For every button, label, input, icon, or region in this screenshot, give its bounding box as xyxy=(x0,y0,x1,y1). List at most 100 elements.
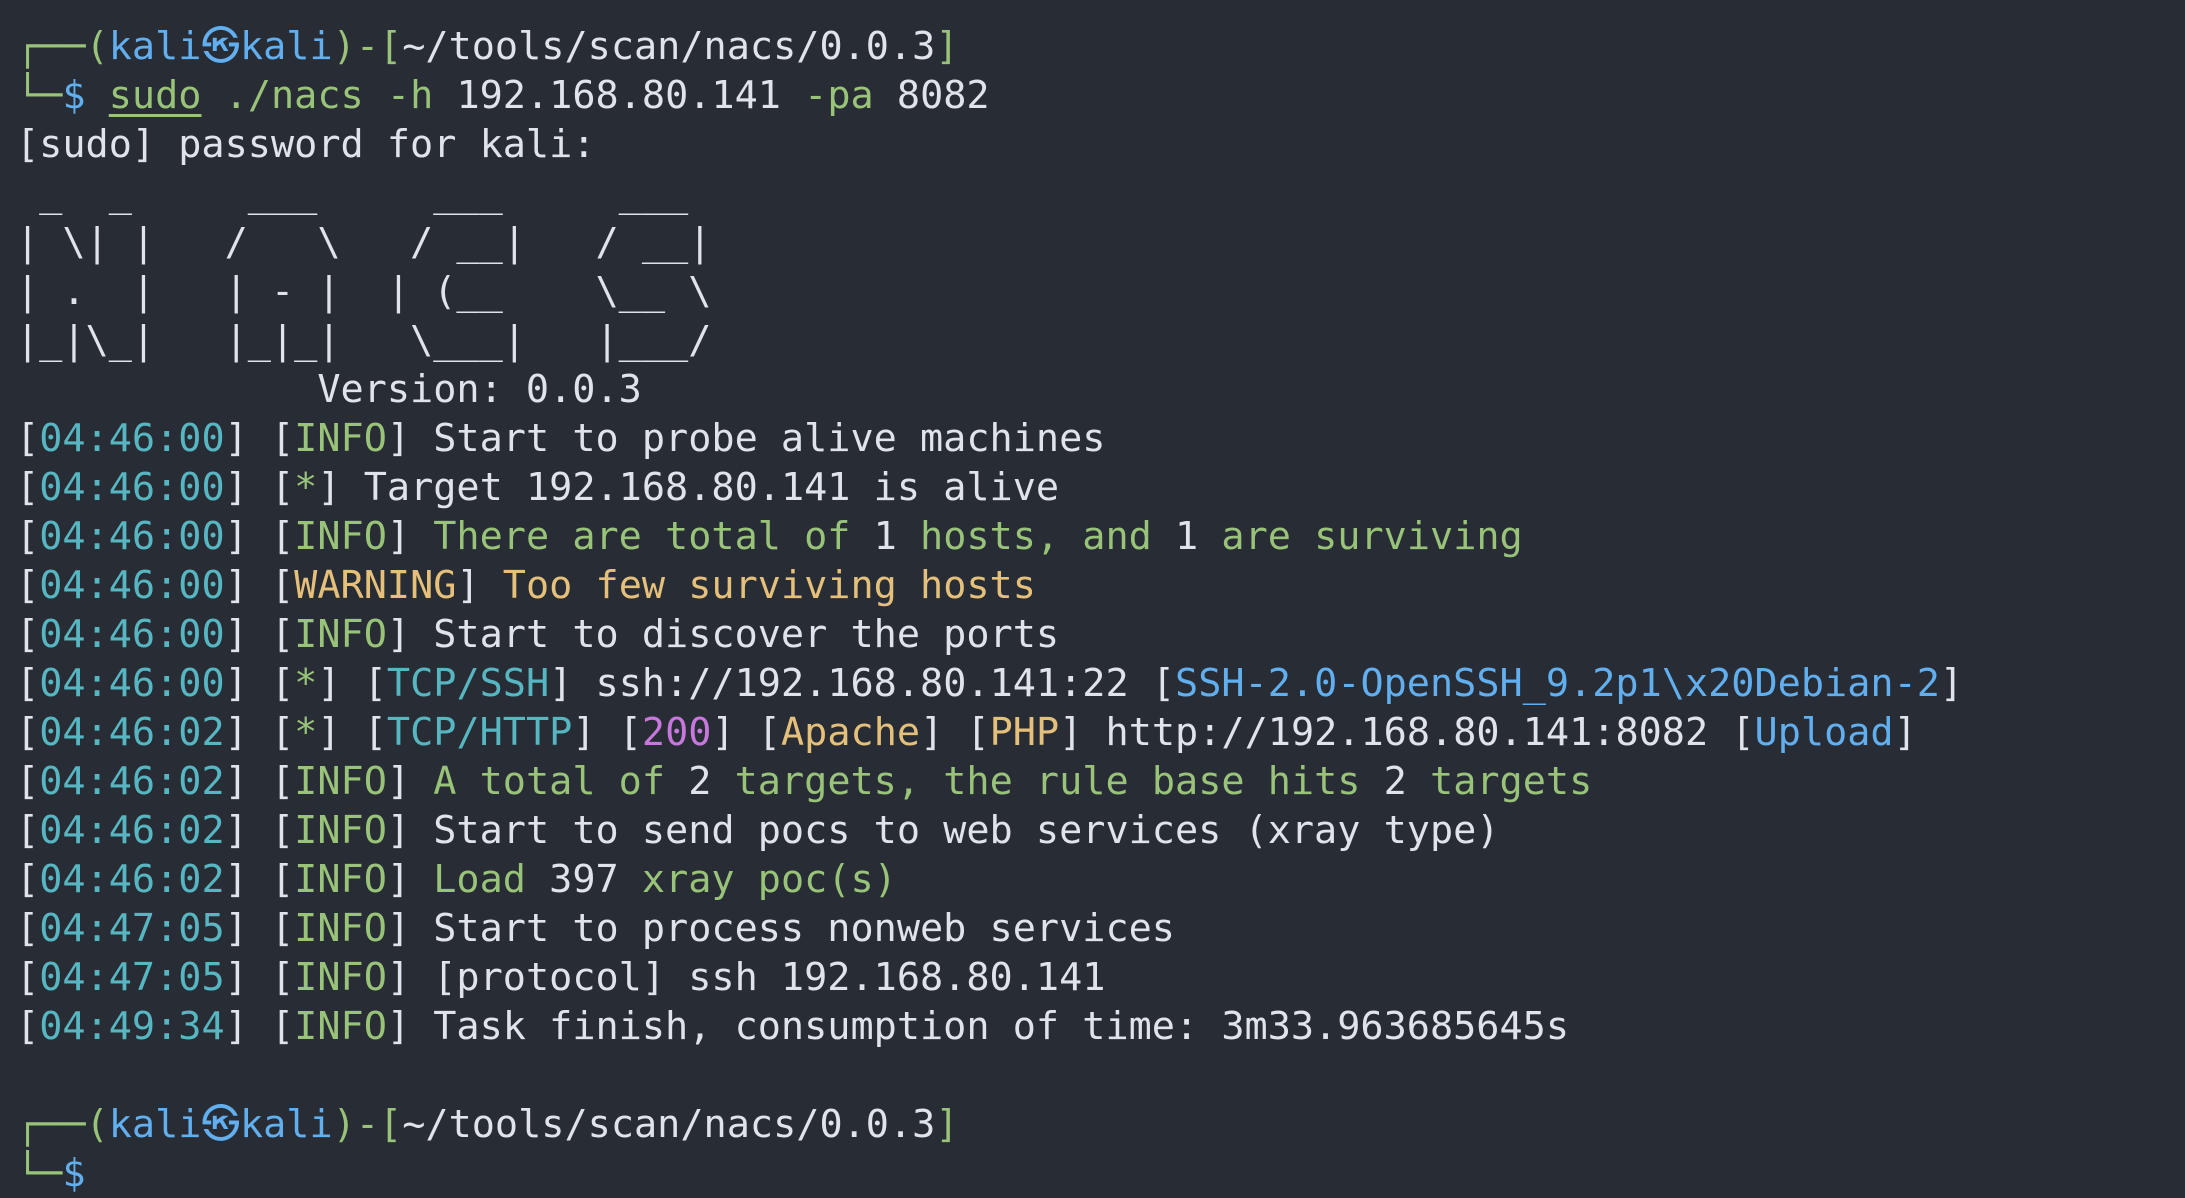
log-message-part: There are total of xyxy=(433,514,851,559)
command-arg-host: 192.168.80.141 xyxy=(456,73,781,118)
log-time: 04:46:02 xyxy=(39,857,225,902)
log-message-part: A total of xyxy=(433,759,666,804)
log-time: 04:46:00 xyxy=(39,465,225,510)
prompt-host: kali xyxy=(239,1102,333,1147)
command-sudo: sudo xyxy=(108,73,202,118)
banner-line: |_|\_| |_|_| \___| |___/ xyxy=(16,318,712,363)
log-line-port: [04:46:02] [*] [TCP/HTTP] [200] [Apache]… xyxy=(16,710,1917,755)
command-flag-pa: -pa xyxy=(804,73,874,118)
prompt-corner-bottom: └─ xyxy=(16,1151,63,1196)
log-number: 2 xyxy=(1383,759,1407,804)
prompt-dollar: $ xyxy=(62,1151,86,1196)
log-line: [04:46:02] [INFO] Start to send pocs to … xyxy=(16,808,1500,853)
log-line: [04:49:34] [INFO] Task finish, consumpti… xyxy=(16,1004,1570,1049)
prompt-corner-bottom: └─ xyxy=(16,73,63,118)
log-tag-star: * xyxy=(294,661,318,706)
log-tag-info: INFO xyxy=(294,857,387,902)
log-message-part: xray poc(s) xyxy=(641,857,897,902)
prompt-path: ~/tools/scan/nacs/0.0.3 xyxy=(402,1102,936,1147)
prompt-user: kali xyxy=(108,1102,202,1147)
log-time: 04:46:00 xyxy=(39,661,225,706)
log-tag-info: INFO xyxy=(294,808,387,853)
banner-line: | . | | - | | (__ \__ \ xyxy=(16,269,712,314)
log-time: 04:47:05 xyxy=(39,906,225,951)
log-tag-info: INFO xyxy=(294,416,387,461)
kali-skull-icon: ㉿ xyxy=(201,24,240,69)
log-message: [protocol] ssh 192.168.80.141 xyxy=(433,955,1106,1000)
log-tag-info: INFO xyxy=(294,759,387,804)
log-number: 1 xyxy=(1175,514,1199,559)
log-line: [04:47:05] [INFO] [protocol] ssh 192.168… xyxy=(16,955,1106,1000)
log-language: PHP xyxy=(989,710,1060,755)
log-message: Too few surviving hosts xyxy=(502,563,1036,608)
log-time: 04:46:00 xyxy=(39,612,225,657)
log-number: 1 xyxy=(873,514,897,559)
log-number: 397 xyxy=(549,857,619,902)
log-protocol: TCP/SSH xyxy=(386,661,550,706)
sudo-password-prompt: [sudo] password for kali: xyxy=(16,122,596,167)
prompt-bracket: )-[ xyxy=(332,24,403,69)
log-line-port: [04:46:00] [*] [TCP/SSH] ssh://192.168.8… xyxy=(16,661,1964,706)
prompt-corner: ┌──( xyxy=(16,1102,109,1147)
prompt-host: kali xyxy=(239,24,333,69)
log-status-code: 200 xyxy=(641,710,712,755)
log-message-part: Load xyxy=(433,857,526,902)
prompt-header-line: ┌──(kali㉿kali)-[~/tools/scan/nacs/0.0.3] xyxy=(16,1100,2166,1149)
banner-line: | \| | / \ / __| / __| xyxy=(16,220,712,265)
prompt-bracket-close: ] xyxy=(935,1102,959,1147)
log-message: Start to probe alive machines xyxy=(433,416,1106,461)
prompt-bracket-close: ] xyxy=(935,24,959,69)
prompt-user: kali xyxy=(108,24,202,69)
command-input-line[interactable]: └─$ xyxy=(16,1149,2166,1198)
prompt-bracket: )-[ xyxy=(332,1102,403,1147)
log-tag-warning: WARNING xyxy=(294,563,457,608)
log-tag-info: INFO xyxy=(294,612,387,657)
log-server: Apache xyxy=(780,710,921,755)
banner-version: Version: 0.0.3 xyxy=(16,367,642,412)
command-flag-h: -h xyxy=(386,73,434,118)
log-message: Task finish, consumption of time: 3m33.9… xyxy=(433,1004,1570,1049)
terminal-window[interactable]: ┌──(kali㉿kali)-[~/tools/scan/nacs/0.0.3]… xyxy=(16,22,2166,1198)
command-binary: ./nacs xyxy=(224,73,364,118)
log-line: [04:46:00] [INFO] Start to probe alive m… xyxy=(16,416,1106,461)
log-message-part: targets xyxy=(1430,759,1593,804)
log-tag-info: INFO xyxy=(294,514,387,559)
log-page-title: Upload xyxy=(1754,710,1894,755)
log-time: 04:46:00 xyxy=(39,514,225,559)
kali-skull-icon: ㉿ xyxy=(201,1102,240,1147)
prompt-corner: ┌──( xyxy=(16,24,109,69)
log-message-part: are surviving xyxy=(1221,514,1523,559)
log-service-banner: SSH-2.0-OpenSSH_9.2p1\x20Debian-2 xyxy=(1175,661,1940,706)
log-tag-info: INFO xyxy=(294,1004,387,1049)
log-line: [04:46:00] [INFO] There are total of 1 h… xyxy=(16,514,1523,559)
log-protocol: TCP/HTTP xyxy=(386,710,573,755)
log-line-warning: [04:46:00] [WARNING] Too few surviving h… xyxy=(16,563,1036,608)
log-time: 04:46:02 xyxy=(39,808,225,853)
log-message-part: hosts, and xyxy=(920,514,1152,559)
log-message-part: targets, the rule base hits xyxy=(734,759,1361,804)
prompt-header-line: ┌──(kali㉿kali)-[~/tools/scan/nacs/0.0.3] xyxy=(16,22,2166,71)
log-time: 04:49:34 xyxy=(39,1004,225,1049)
log-line: [04:46:00] [INFO] Start to discover the … xyxy=(16,612,1060,657)
command-line: └─$ sudo ./nacs -h 192.168.80.141 -pa 80… xyxy=(16,71,2166,120)
log-message: Start to discover the ports xyxy=(433,612,1060,657)
log-number: 2 xyxy=(688,759,712,804)
log-time: 04:46:00 xyxy=(39,563,225,608)
log-tag-star: * xyxy=(294,710,318,755)
log-line: [04:46:02] [INFO] Load 397 xray poc(s) xyxy=(16,857,897,902)
log-tag-info: INFO xyxy=(294,955,387,1000)
log-line: [04:47:05] [INFO] Start to process nonwe… xyxy=(16,906,1175,951)
log-message: Start to process nonweb services xyxy=(433,906,1175,951)
log-time: 04:46:02 xyxy=(39,710,225,755)
log-url: ssh://192.168.80.141:22 xyxy=(595,661,1129,706)
log-tag-info: INFO xyxy=(294,906,387,951)
prompt-path: ~/tools/scan/nacs/0.0.3 xyxy=(402,24,936,69)
log-message: Target 192.168.80.141 is alive xyxy=(363,465,1060,510)
banner-line: _ _ ___ ___ ___ xyxy=(16,171,712,216)
log-time: 04:47:05 xyxy=(39,955,225,1000)
prompt-dollar: $ xyxy=(62,73,86,118)
log-tag-star: * xyxy=(294,465,318,510)
log-message: Start to send pocs to web services (xray… xyxy=(433,808,1500,853)
log-url: http://192.168.80.141:8082 xyxy=(1105,710,1709,755)
